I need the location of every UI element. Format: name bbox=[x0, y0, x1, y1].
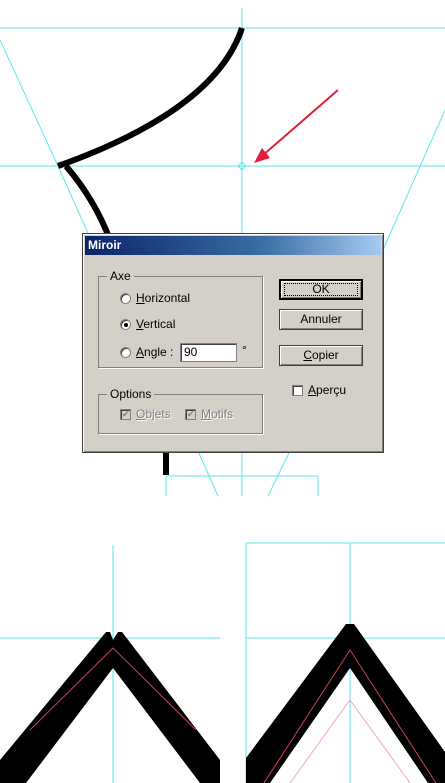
checkbox-motifs-label: Motifs bbox=[201, 407, 234, 421]
radio-circle-selected-icon bbox=[120, 318, 131, 330]
result-panel-left bbox=[0, 545, 220, 783]
curve-path-lower[interactable] bbox=[63, 164, 113, 242]
radio-vertical[interactable]: Vertical bbox=[120, 317, 175, 331]
radio-angle-label: Angle : bbox=[136, 345, 174, 359]
dialog-title[interactable]: Miroir bbox=[85, 236, 381, 255]
radio-horizontal[interactable]: Horizontal bbox=[120, 291, 190, 305]
radio-vertical-label: Vertical bbox=[136, 317, 176, 331]
options-legend: Options bbox=[107, 387, 155, 401]
red-arrow-annotation bbox=[254, 89, 339, 163]
checkbox-apercu[interactable]: Aperçu bbox=[292, 383, 346, 397]
radio-circle-icon bbox=[120, 346, 131, 358]
annuler-button[interactable]: Annuler bbox=[279, 309, 363, 330]
curve-path-top[interactable] bbox=[56, 27, 245, 169]
radio-angle[interactable]: Angle : bbox=[120, 345, 173, 359]
checkbox-checked-icon: ✔ bbox=[120, 408, 131, 420]
radio-circle-icon bbox=[120, 292, 131, 304]
ok-button[interactable]: OK bbox=[279, 279, 363, 300]
checkbox-apercu-label: Aperçu bbox=[308, 383, 347, 397]
radio-horizontal-label: Horizontal bbox=[136, 291, 191, 305]
checkbox-unchecked-icon bbox=[292, 384, 303, 396]
miroir-dialog: Miroir Axe Horizontal Vertical Angle : 9… bbox=[82, 233, 384, 453]
checkbox-objets[interactable]: ✔ Objets bbox=[120, 407, 171, 421]
result-panel-right bbox=[245, 542, 445, 783]
angle-unit: ° bbox=[242, 343, 247, 357]
path-stub bbox=[163, 451, 169, 475]
checkbox-motifs[interactable]: ✔ Motifs bbox=[185, 407, 233, 421]
checkbox-objets-label: Objets bbox=[136, 407, 171, 421]
axe-legend: Axe bbox=[107, 269, 134, 283]
checkbox-checked-icon: ✔ bbox=[185, 408, 196, 420]
copier-button[interactable]: Copier bbox=[279, 345, 363, 366]
angle-input[interactable]: 90 bbox=[180, 343, 237, 362]
